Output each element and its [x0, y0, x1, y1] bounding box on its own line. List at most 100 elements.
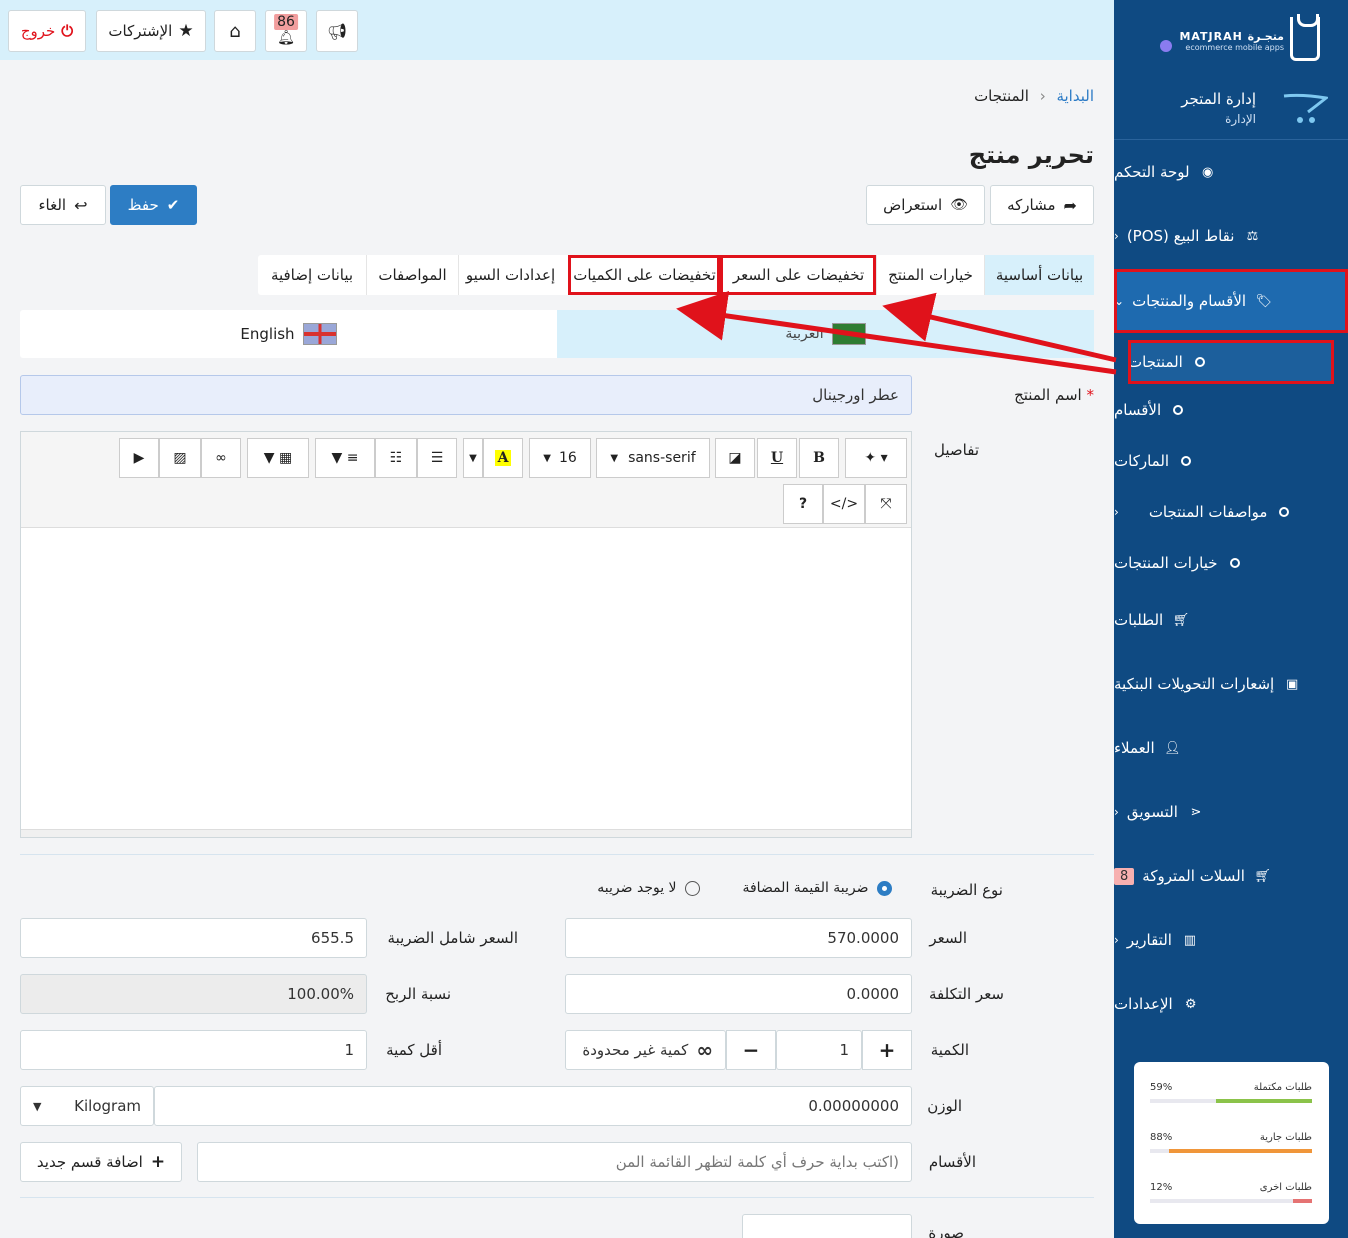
breadcrumb-current: المنتجات: [974, 87, 1029, 105]
font-size-select[interactable]: ▼ 16: [529, 438, 591, 478]
nav-product-options[interactable]: خيارات المنتجات: [1114, 543, 1348, 583]
save-button[interactable]: حفظ ✔: [110, 185, 197, 225]
price-incl-tax-label: السعر شامل الضريبة: [387, 929, 518, 947]
nav-orders-label: الطلبات: [1114, 611, 1164, 629]
chevron-down-icon: ⌄: [1114, 294, 1125, 308]
radio-unselected-icon[interactable]: [685, 880, 700, 896]
home-button[interactable]: ⌂: [214, 10, 256, 52]
text-color-dropdown[interactable]: ▼: [463, 438, 483, 478]
lang-english[interactable]: English: [20, 310, 557, 358]
link-icon: ∞: [215, 450, 227, 466]
bar-chart-icon: ▥: [1183, 932, 1197, 948]
code-icon: </>: [829, 496, 859, 512]
tab-price-discounts[interactable]: تخفيضات على السعر: [720, 255, 876, 295]
add-category-button[interactable]: اضافة قسم جديد +: [20, 1142, 182, 1182]
weight-value: 0.00000000: [808, 1097, 899, 1115]
nav-categories-products[interactable]: 🏷︎ الأقسام والمنتجات ⌄: [1114, 269, 1348, 333]
quantity-increment-button[interactable]: +: [862, 1030, 912, 1070]
nav-dashboard[interactable]: ◉ لوحة التحكم: [1114, 152, 1348, 192]
profit-value: 100.00%: [287, 985, 354, 1003]
gear-icon: ⚙: [1184, 996, 1197, 1012]
subscriptions-button[interactable]: الإشتركات ★: [96, 10, 206, 52]
check-icon: ✔: [166, 196, 180, 214]
product-name-label: * اسم المنتج: [1014, 386, 1094, 404]
text-color-button[interactable]: A: [483, 438, 523, 478]
tab-quantity-discounts[interactable]: تخفيضات على الكميات: [568, 255, 720, 295]
price-input[interactable]: 570.0000: [565, 918, 912, 958]
nav-bank-transfers[interactable]: ▣ إشعارات التحويلات البنكية: [1114, 664, 1348, 704]
eraser-icon: ◪: [728, 450, 742, 466]
underline-button[interactable]: U: [757, 438, 797, 478]
magic-format-button[interactable]: ✦ ▾: [845, 438, 907, 478]
help-button[interactable]: ?: [783, 484, 823, 524]
circle-icon: [1173, 405, 1184, 415]
notifications-button[interactable]: 86 🔔︎: [265, 10, 307, 52]
cancel-button[interactable]: الغاء ↩: [20, 185, 106, 225]
stat-percent: 12%: [1150, 1182, 1173, 1193]
unlimited-quantity-toggle[interactable]: ∞ كمية غير محدودة: [565, 1030, 726, 1070]
nav-settings[interactable]: ⚙ الإعدادات: [1114, 984, 1348, 1024]
nav-customers[interactable]: 👤︎ العملاء: [1114, 728, 1348, 768]
numbered-list-button[interactable]: ☷: [375, 438, 417, 478]
stat-fill: [1292, 1199, 1312, 1203]
abandoned-carts-badge: 8: [1114, 867, 1135, 885]
weight-input[interactable]: 0.00000000: [154, 1086, 912, 1126]
bullet-list-icon: ☰: [430, 450, 444, 466]
tab-product-options[interactable]: خيارات المنتج: [876, 255, 984, 295]
add-category-label: اضافة قسم جديد: [36, 1153, 143, 1171]
price-value: 570.0000: [827, 929, 899, 947]
image-upload-box[interactable]: [742, 1214, 912, 1238]
tab-label: تخفيضات على السعر: [732, 266, 865, 284]
tab-additional-data[interactable]: بيانات إضافية: [258, 255, 366, 295]
nav-categories[interactable]: الأقسام: [1114, 390, 1348, 430]
logo: MATJRAH متجـرة ecommerce mobile apps: [1114, 0, 1348, 78]
tab-basic-data[interactable]: بيانات أساسية: [984, 255, 1094, 295]
video-button[interactable]: ▶: [119, 438, 159, 478]
editor-resize-handle[interactable]: [21, 829, 911, 837]
tab-seo-settings[interactable]: إعدادات السيو: [458, 255, 562, 295]
undo-icon: ↩: [74, 195, 88, 215]
nav-products[interactable]: المنتجات: [1128, 340, 1334, 384]
min-quantity-label: أقل كمية: [386, 1041, 442, 1059]
tax-none-option[interactable]: لا يوجد ضريبه: [597, 880, 700, 896]
tax-type-label: نوع الضريبة: [930, 881, 1003, 899]
nav-product-specs[interactable]: مواصفات المنتجات ‹: [1114, 492, 1348, 532]
bullet-list-button[interactable]: ☰: [417, 438, 457, 478]
paragraph-align-button[interactable]: ▼ ≡: [315, 438, 375, 478]
stat-percent: 88%: [1150, 1132, 1173, 1143]
code-view-button[interactable]: </>: [823, 484, 865, 524]
bold-button[interactable]: B: [799, 438, 839, 478]
announcements-button[interactable]: 📢︎: [316, 10, 358, 52]
min-quantity-input[interactable]: 1: [20, 1030, 367, 1070]
nav-pos[interactable]: ⚖ نقاط البيع (POS) ‹: [1114, 216, 1348, 256]
preview-button[interactable]: استعراض 👁︎: [866, 185, 985, 225]
share-button[interactable]: مشاركه ➦: [990, 185, 1094, 225]
price-incl-tax-input[interactable]: 655.5: [20, 918, 367, 958]
cost-input[interactable]: 0.0000: [565, 974, 912, 1014]
radio-selected-icon[interactable]: [877, 880, 892, 896]
nav-marketing[interactable]: ⋖ التسويق ‹: [1114, 792, 1348, 832]
fullscreen-button[interactable]: ⤧: [865, 484, 907, 524]
logo-mark-icon: [1290, 14, 1320, 61]
nav-orders[interactable]: 🛒︎ الطلبات: [1114, 600, 1348, 640]
link-button[interactable]: ∞: [201, 438, 241, 478]
image-button[interactable]: ▨: [159, 438, 201, 478]
logout-button[interactable]: خروج ⏻: [8, 10, 86, 52]
nav-brands[interactable]: الماركات: [1114, 441, 1348, 481]
quantity-input[interactable]: 1: [776, 1030, 862, 1070]
weight-unit-select[interactable]: ▼ Kilogram: [20, 1086, 154, 1126]
lang-arabic[interactable]: العربية: [557, 310, 1094, 358]
product-name-input[interactable]: عطر اورجينال: [20, 375, 912, 415]
details-label: تفاصيل: [934, 441, 979, 459]
font-size-value: 16: [558, 450, 577, 466]
clear-format-button[interactable]: ◪: [715, 438, 755, 478]
tax-vat-option[interactable]: ضريبة القيمة المضافة: [742, 880, 892, 896]
quantity-decrement-button[interactable]: −: [726, 1030, 776, 1070]
font-family-select[interactable]: ▼ sans-serif: [596, 438, 710, 478]
categories-search-input[interactable]: (اكتب بداية حرف أي كلمة لتظهر القائمة ال…: [197, 1142, 912, 1182]
nav-reports[interactable]: ▥ التقارير ‹: [1114, 920, 1348, 960]
table-button[interactable]: ▼ ▦: [247, 438, 309, 478]
nav-abandoned-carts[interactable]: 🛒︎ السلات المتروكة 8: [1114, 856, 1348, 896]
tab-specifications[interactable]: المواصفات: [366, 255, 458, 295]
breadcrumb-home-link[interactable]: البداية: [1056, 87, 1094, 105]
